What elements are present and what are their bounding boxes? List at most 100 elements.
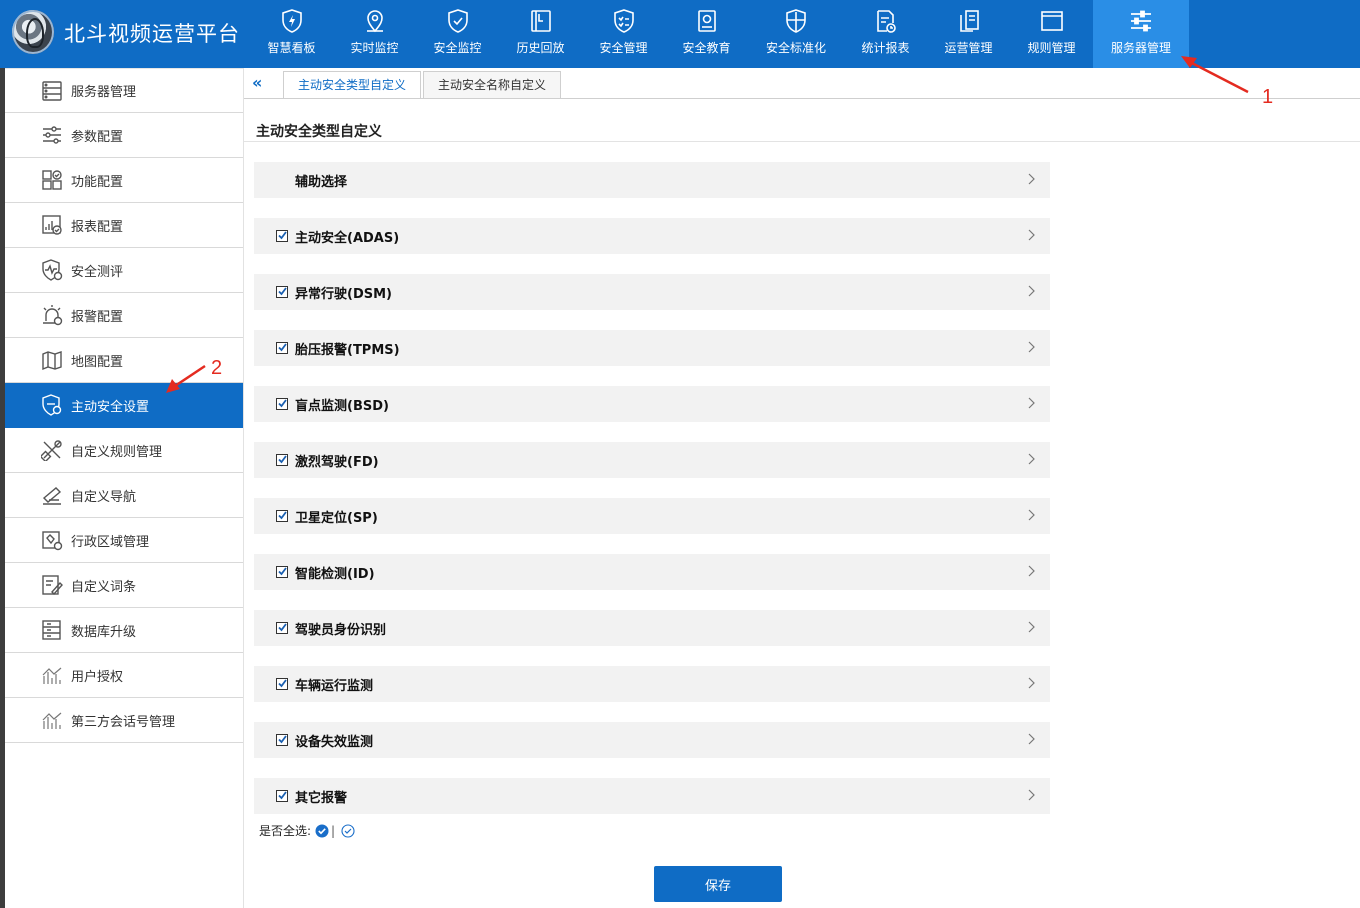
category-label: 车辆运行监测 [295, 679, 374, 694]
chevron-right-icon [1028, 677, 1035, 689]
category-row-other-alarm[interactable]: 其它报警 [254, 778, 1050, 814]
topnav-item-dashboard[interactable]: 智慧看板 [250, 0, 333, 68]
category-label: 激烈驾驶(FD) [295, 455, 379, 470]
shield-check-icon [445, 8, 471, 34]
chevron-right-icon [1028, 341, 1035, 353]
edit-text-icon [39, 572, 65, 598]
category-label: 胎压报警(TPMS) [295, 343, 400, 358]
title-divider [244, 141, 1360, 142]
category-row-bsd[interactable]: 盲点监测(BSD) [254, 386, 1050, 422]
report-icon [39, 212, 65, 238]
checkmark-icon [278, 399, 287, 408]
sidebar-item-custom-rule-management[interactable]: 自定义规则管理 [5, 428, 243, 473]
category-row-tpms[interactable]: 胎压报警(TPMS) [254, 330, 1050, 366]
sidebar-item-active-safety-settings[interactable]: 主动安全设置 [5, 383, 243, 428]
save-button[interactable]: 保存 [654, 866, 782, 902]
sidebar-item-third-party-session-management[interactable]: 第三方会话号管理 [5, 698, 243, 743]
category-row-sp[interactable]: 卫星定位(SP) [254, 498, 1050, 534]
topnav-item-rule-management[interactable]: 规则管理 [1010, 0, 1093, 68]
deselect-all-check-outline-icon[interactable] [341, 823, 355, 838]
sidebar-item-admin-region-management[interactable]: 行政区域管理 [5, 518, 243, 563]
category-row-adas[interactable]: 主动安全(ADAS) [254, 218, 1050, 254]
topnav-item-realtime-monitor[interactable]: 实时监控 [333, 0, 416, 68]
sidebar-item-label: 自定义词条 [71, 579, 137, 595]
select-all-separator: | [331, 823, 336, 838]
category-checkbox[interactable] [276, 566, 288, 578]
category-label: 设备失效监测 [295, 735, 374, 750]
sidebar-item-label: 行政区域管理 [71, 534, 150, 550]
category-checkbox[interactable] [276, 454, 288, 466]
tab-active-safety-type-custom[interactable]: 主动安全类型自定义 [283, 71, 422, 99]
chevron-right-icon [1028, 789, 1035, 801]
sidebar-item-label: 自定义导航 [71, 489, 137, 505]
sidebar: 服务器管理 参数配置 功能配置 报表配置 安全测评 报警配置 地图配置 主动安全… [5, 68, 244, 908]
shield-pulse-icon [39, 257, 65, 283]
chevron-right-icon [1028, 621, 1035, 633]
sidebar-item-label: 自定义规则管理 [71, 444, 163, 460]
sidebar-item-label: 用户授权 [71, 669, 124, 685]
checkmark-icon [278, 511, 287, 520]
sidebar-item-custom-terms[interactable]: 自定义词条 [5, 563, 243, 608]
topnav-item-safety-education[interactable]: 安全教育 [665, 0, 748, 68]
collapse-sidebar-button[interactable]: « [252, 73, 262, 92]
category-row-driver-identity[interactable]: 驾驶员身份识别 [254, 610, 1050, 646]
topnav-label: 服务器管理 [1110, 41, 1171, 55]
category-checkbox[interactable] [276, 678, 288, 690]
report-clock-icon [873, 8, 899, 34]
topnav-label: 安全管理 [599, 41, 648, 55]
sidebar-item-parameter-config[interactable]: 参数配置 [5, 113, 243, 158]
category-checkbox[interactable] [276, 342, 288, 354]
window-icon [1039, 8, 1065, 34]
tab-active-safety-name-custom[interactable]: 主动安全名称自定义 [423, 71, 562, 98]
category-list: 辅助选择 主动安全(ADAS) 异常行驶(DSM) 胎压报警(TPMS) 盲点监… [254, 162, 1050, 834]
checkmark-icon [278, 231, 287, 240]
server-icon [39, 78, 65, 104]
category-checkbox[interactable] [276, 510, 288, 522]
category-checkbox[interactable] [276, 734, 288, 746]
sidebar-item-user-authorization[interactable]: 用户授权 [5, 653, 243, 698]
topnav-label: 安全教育 [682, 41, 731, 55]
category-row-device-failure[interactable]: 设备失效监测 [254, 722, 1050, 758]
category-label: 卫星定位(SP) [295, 511, 378, 526]
topnav-label: 规则管理 [1027, 41, 1076, 55]
category-checkbox[interactable] [276, 790, 288, 802]
category-checkbox[interactable] [276, 286, 288, 298]
topnav-item-statistics-report[interactable]: 统计报表 [844, 0, 927, 68]
topnav-item-server-management[interactable]: 服务器管理 [1093, 0, 1189, 68]
grid-check-icon [39, 167, 65, 193]
chevron-right-icon [1028, 229, 1035, 241]
category-row-assist-select[interactable]: 辅助选择 [254, 162, 1050, 198]
book-icon [694, 8, 720, 34]
tab-bar: 主动安全类型自定义 主动安全名称自定义 [283, 71, 563, 99]
category-checkbox[interactable] [276, 230, 288, 242]
category-row-fd[interactable]: 激烈驾驶(FD) [254, 442, 1050, 478]
app-title: 北斗视频运营平台 [64, 22, 240, 46]
sidebar-item-label: 参数配置 [71, 129, 124, 145]
sidebar-item-safety-evaluation[interactable]: 安全测评 [5, 248, 243, 293]
category-checkbox[interactable] [276, 398, 288, 410]
topnav-item-history-playback[interactable]: 历史回放 [499, 0, 582, 68]
category-row-id[interactable]: 智能检测(ID) [254, 554, 1050, 590]
topnav-item-safety-monitor[interactable]: 安全监控 [416, 0, 499, 68]
category-checkbox[interactable] [276, 622, 288, 634]
sidebar-item-server-management[interactable]: 服务器管理 [5, 68, 243, 113]
category-label: 盲点监测(BSD) [295, 399, 389, 414]
checkmark-icon [278, 343, 287, 352]
sidebar-item-map-config[interactable]: 地图配置 [5, 338, 243, 383]
topnav-item-operation-management[interactable]: 运营管理 [927, 0, 1010, 68]
sidebar-item-label: 功能配置 [71, 174, 124, 190]
checkmark-icon [278, 791, 287, 800]
category-row-dsm[interactable]: 异常行驶(DSM) [254, 274, 1050, 310]
checkmark-icon [278, 287, 287, 296]
category-row-vehicle-operation[interactable]: 车辆运行监测 [254, 666, 1050, 702]
sidebar-item-report-config[interactable]: 报表配置 [5, 203, 243, 248]
select-all-check-filled-icon[interactable] [315, 824, 329, 838]
sidebar-item-custom-navigation[interactable]: 自定义导航 [5, 473, 243, 518]
sidebar-item-alarm-config[interactable]: 报警配置 [5, 293, 243, 338]
topnav-item-safety-management[interactable]: 安全管理 [582, 0, 665, 68]
sidebar-item-database-upgrade[interactable]: 数据库升级 [5, 608, 243, 653]
sidebar-item-label: 报表配置 [71, 219, 124, 235]
topnav-item-safety-standardization[interactable]: 安全标准化 [748, 0, 844, 68]
sidebar-item-function-config[interactable]: 功能配置 [5, 158, 243, 203]
chevron-right-icon [1028, 565, 1035, 577]
